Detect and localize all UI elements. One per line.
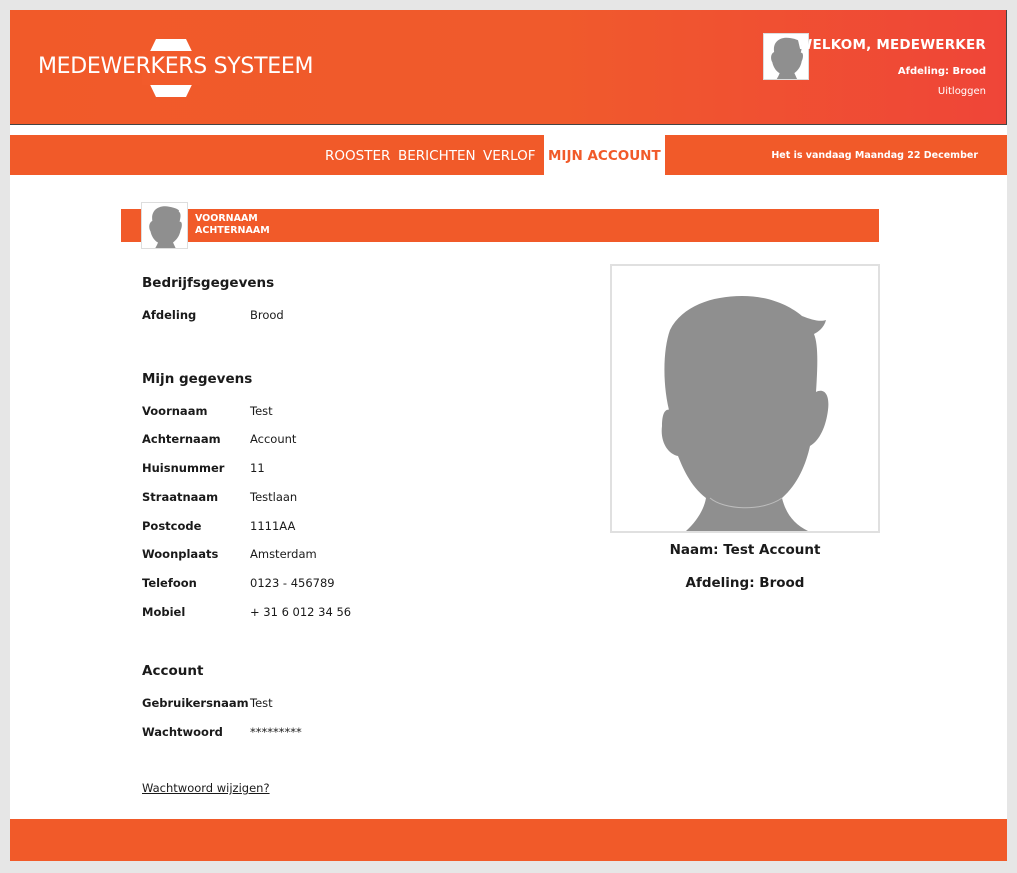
personal-row-label: Mobiel (142, 605, 186, 619)
photo-department: Afdeling: Brood (685, 575, 805, 591)
personal-row-label: Voornaam (142, 404, 208, 418)
nav-berichten[interactable]: BERICHTEN (398, 135, 476, 175)
profile-bar-first-name: VOORNAAM (195, 213, 258, 224)
profile-photo (610, 264, 880, 533)
photo-name: Naam: Test Account (669, 542, 821, 558)
personal-row-value: 1111AA (250, 519, 296, 533)
personal-row-label: Woonplaats (142, 547, 219, 561)
nav-rooster[interactable]: ROOSTER (325, 135, 390, 175)
header: MEDEWERKERS SYSTEEM WELKOM, MEDEWERKER A… (10, 10, 1007, 125)
logo-text: MEDEWERKERS SYSTEEM (38, 54, 314, 79)
account-section-title: Account (142, 663, 204, 679)
personal-row-label: Achternaam (142, 432, 221, 446)
profile-bar-name: VOORNAAM ACHTERNAAM (195, 213, 270, 237)
personal-row-value: Test (250, 404, 273, 418)
page: MEDEWERKERS SYSTEEM WELKOM, MEDEWERKER A… (10, 10, 1007, 861)
personal-row-label: Postcode (142, 519, 202, 533)
change-password-link[interactable]: Wachtwoord wijzigen? (142, 781, 270, 795)
account-row-value: ********* (250, 725, 302, 739)
user-silhouette-icon (661, 296, 829, 531)
header-department: Afdeling: Brood (897, 66, 986, 77)
company-section-title: Bedrijfsgegevens (142, 275, 275, 291)
account-row-label: Wachtwoord (142, 725, 223, 739)
personal-row-value: Account (250, 432, 297, 446)
footer (10, 819, 1007, 861)
personal-row-label: Huisnummer (142, 461, 225, 475)
profile-bar-avatar (141, 202, 188, 249)
user-silhouette-icon (149, 206, 182, 248)
account-row-label: Gebruikersnaam (142, 696, 249, 710)
personal-section-title: Mijn gegevens (142, 371, 253, 387)
company-row-value: Brood (250, 308, 284, 322)
personal-row-value: + 31 6 012 34 56 (250, 605, 352, 619)
personal-row-value: Amsterdam (250, 547, 317, 561)
welcome-text: WELKOM, MEDEWERKER (797, 37, 986, 53)
company-row-label: Afdeling (142, 308, 197, 322)
personal-row-label: Straatnaam (142, 490, 219, 504)
logo[interactable]: MEDEWERKERS SYSTEEM (38, 38, 318, 98)
nav-verlof[interactable]: VERLOF (483, 135, 536, 175)
today-date: Het is vandaag Maandag 22 December (771, 150, 978, 161)
main-nav: ROOSTER BERICHTEN VERLOF MIJN ACCOUNT He… (10, 135, 1007, 175)
account-row-value: Test (250, 696, 273, 710)
profile-bar-last-name: ACHTERNAAM (195, 225, 270, 236)
personal-row-value: 11 (250, 461, 265, 475)
personal-row-value: Testlaan (250, 490, 298, 504)
personal-row-label: Telefoon (142, 576, 197, 590)
personal-row-value: 0123 - 456789 (250, 576, 335, 590)
profile-bar: VOORNAAM ACHTERNAAM (121, 202, 879, 249)
logout-link[interactable]: Uitloggen (938, 86, 986, 97)
nav-mijn-account[interactable]: MIJN ACCOUNT (544, 135, 665, 175)
